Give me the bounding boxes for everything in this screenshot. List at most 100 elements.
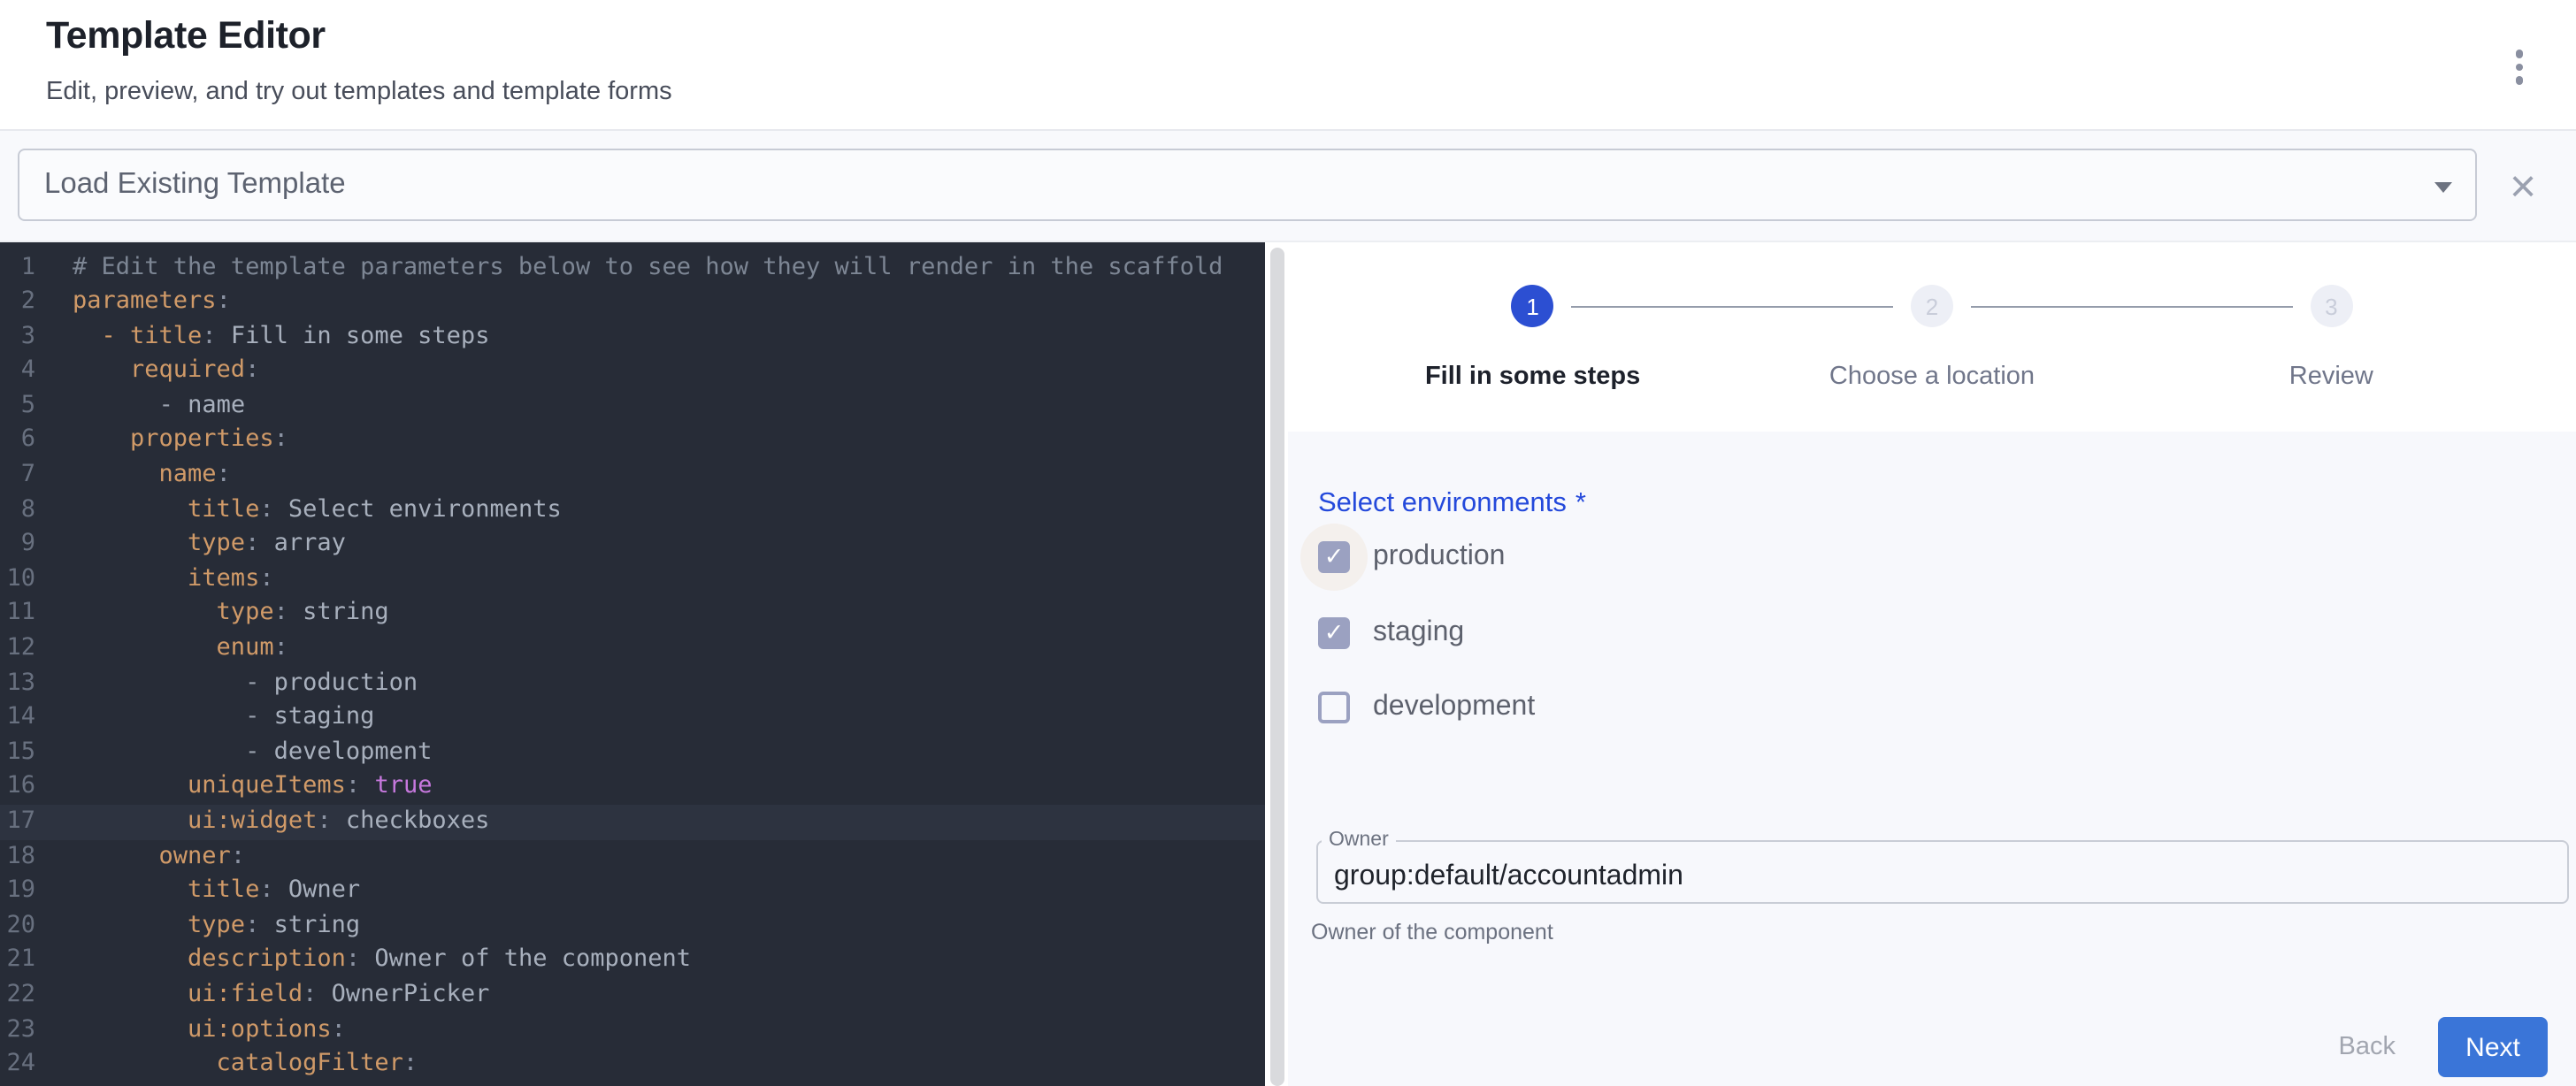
- form-actions: Back Next: [2314, 1017, 2549, 1077]
- code-line[interactable]: 18 owner:: [0, 839, 1265, 874]
- line-number: 6: [0, 424, 35, 458]
- code-editor[interactable]: 1# Edit the template parameters below to…: [0, 242, 1265, 1086]
- line-number: 12: [0, 631, 35, 666]
- code-text: - production: [35, 666, 418, 700]
- code-line[interactable]: 21 description: Owner of the component: [0, 944, 1265, 978]
- checkbox-option-production[interactable]: ✓ production: [1318, 520, 1535, 595]
- code-text: - name: [35, 389, 245, 424]
- code-text: type: string: [35, 909, 360, 944]
- kebab-menu-icon: [2516, 50, 2524, 58]
- code-line[interactable]: 16 uniqueItems: true: [0, 770, 1265, 805]
- line-number: 21: [0, 944, 35, 978]
- line-number: 5: [0, 389, 35, 424]
- code-text: title: Select environments: [35, 493, 562, 527]
- code-text: uniqueItems: true: [35, 770, 432, 805]
- step-connector: [1572, 305, 1893, 308]
- code-text: items:: [35, 562, 274, 597]
- code-text: properties:: [35, 424, 288, 458]
- code-line[interactable]: 20 type: string: [0, 909, 1265, 944]
- code-line[interactable]: 1# Edit the template parameters below to…: [0, 250, 1265, 285]
- line-number: 2: [0, 285, 35, 319]
- code-line[interactable]: 5 - name: [0, 389, 1265, 424]
- caret-down-icon: [2434, 182, 2452, 193]
- code-line[interactable]: 11 type: string: [0, 597, 1265, 631]
- field-label-environments: Select environments*: [1318, 488, 1586, 520]
- required-asterisk: *: [1576, 488, 1586, 518]
- code-text: - development: [35, 736, 432, 770]
- code-line[interactable]: 23 ui:options:: [0, 1013, 1265, 1047]
- code-line[interactable]: 10 items:: [0, 562, 1265, 597]
- scrollbar-thumb[interactable]: [1269, 248, 1284, 1086]
- code-text: - title: Fill in some steps: [35, 319, 489, 354]
- step-label: Review: [2136, 363, 2526, 391]
- line-number: 3: [0, 319, 35, 354]
- owner-field[interactable]: Owner group:default/accountadmin: [1316, 831, 2569, 904]
- line-number: 7: [0, 458, 35, 493]
- checkbox-label: staging: [1373, 617, 1464, 649]
- line-number: 17: [0, 805, 35, 839]
- code-line[interactable]: 19 title: Owner: [0, 874, 1265, 908]
- code-text: description: Owner of the component: [35, 944, 691, 978]
- line-number: 14: [0, 700, 35, 735]
- code-line[interactable]: 12 enum:: [0, 631, 1265, 666]
- line-number: 8: [0, 493, 35, 527]
- code-line[interactable]: 3 - title: Fill in some steps: [0, 319, 1265, 354]
- code-text: title: Owner: [35, 874, 360, 908]
- checkbox-checked-icon[interactable]: ✓: [1318, 542, 1350, 574]
- line-number: 1: [0, 250, 35, 285]
- line-number: 19: [0, 874, 35, 908]
- page-title: Template Editor: [46, 14, 326, 58]
- line-number: 18: [0, 839, 35, 874]
- next-button[interactable]: Next: [2438, 1017, 2548, 1077]
- checkbox-label: production: [1373, 542, 1505, 574]
- code-text: ui:widget: checkboxes: [35, 805, 489, 839]
- code-text: type: array: [35, 528, 346, 562]
- editor-scrollbar: [1265, 242, 1288, 1086]
- code-line[interactable]: 17 ui:widget: checkboxes: [0, 805, 1265, 839]
- code-line[interactable]: 9 type: array: [0, 528, 1265, 562]
- step-icon-2: 2: [1911, 285, 1953, 327]
- code-text: enum:: [35, 631, 288, 666]
- code-text: - staging: [35, 700, 374, 735]
- code-line[interactable]: 8 title: Select environments: [0, 493, 1265, 527]
- page-subtitle: Edit, preview, and try out templates and…: [46, 78, 672, 106]
- line-number: 9: [0, 528, 35, 562]
- code-line[interactable]: 4 required:: [0, 355, 1265, 389]
- line-number: 23: [0, 1013, 35, 1047]
- code-line[interactable]: 13 - production: [0, 666, 1265, 700]
- checkbox-option-development[interactable]: development: [1318, 670, 1535, 746]
- step-icon-3: 3: [2310, 285, 2352, 327]
- code-line[interactable]: 22 ui:field: OwnerPicker: [0, 978, 1265, 1013]
- code-text: ui:options:: [35, 1013, 346, 1047]
- line-number: 16: [0, 770, 35, 805]
- owner-input[interactable]: group:default/accountadmin: [1334, 860, 1683, 892]
- environment-checkbox-group: ✓ production ✓ staging development: [1318, 520, 1535, 746]
- checkbox-unchecked-icon[interactable]: [1318, 692, 1350, 724]
- step-label: Fill in some steps: [1338, 363, 1728, 391]
- line-number: 20: [0, 909, 35, 944]
- checkbox-option-staging[interactable]: ✓ staging: [1318, 595, 1535, 670]
- code-line[interactable]: 2parameters:: [0, 285, 1265, 319]
- page-header: Template Editor Edit, preview, and try o…: [0, 0, 2576, 129]
- code-text: owner:: [35, 839, 245, 874]
- code-text: required:: [35, 355, 259, 389]
- back-button[interactable]: Back: [2314, 1019, 2421, 1075]
- stepper: 1Fill in some steps2Choose a location3Re…: [1288, 242, 2576, 432]
- code-line[interactable]: 15 - development: [0, 736, 1265, 770]
- template-loader-bar: Load Existing Template ×: [0, 129, 2576, 242]
- load-existing-template-select[interactable]: Load Existing Template: [18, 149, 2477, 221]
- kebab-menu-icon: [2516, 76, 2524, 84]
- line-number: 4: [0, 355, 35, 389]
- more-options-button[interactable]: [2498, 46, 2541, 88]
- checkbox-label: development: [1373, 692, 1535, 724]
- code-line[interactable]: 24 catalogFilter:: [0, 1047, 1265, 1082]
- close-button[interactable]: ×: [2486, 149, 2560, 221]
- code-line[interactable]: 7 name:: [0, 458, 1265, 493]
- line-number: 10: [0, 562, 35, 597]
- owner-helper-text: Owner of the component: [1311, 920, 1553, 945]
- code-text: ui:field: OwnerPicker: [35, 978, 489, 1013]
- code-line[interactable]: 14 - staging: [0, 700, 1265, 735]
- line-number: 11: [0, 597, 35, 631]
- checkbox-checked-icon[interactable]: ✓: [1318, 617, 1350, 649]
- code-line[interactable]: 6 properties:: [0, 424, 1265, 458]
